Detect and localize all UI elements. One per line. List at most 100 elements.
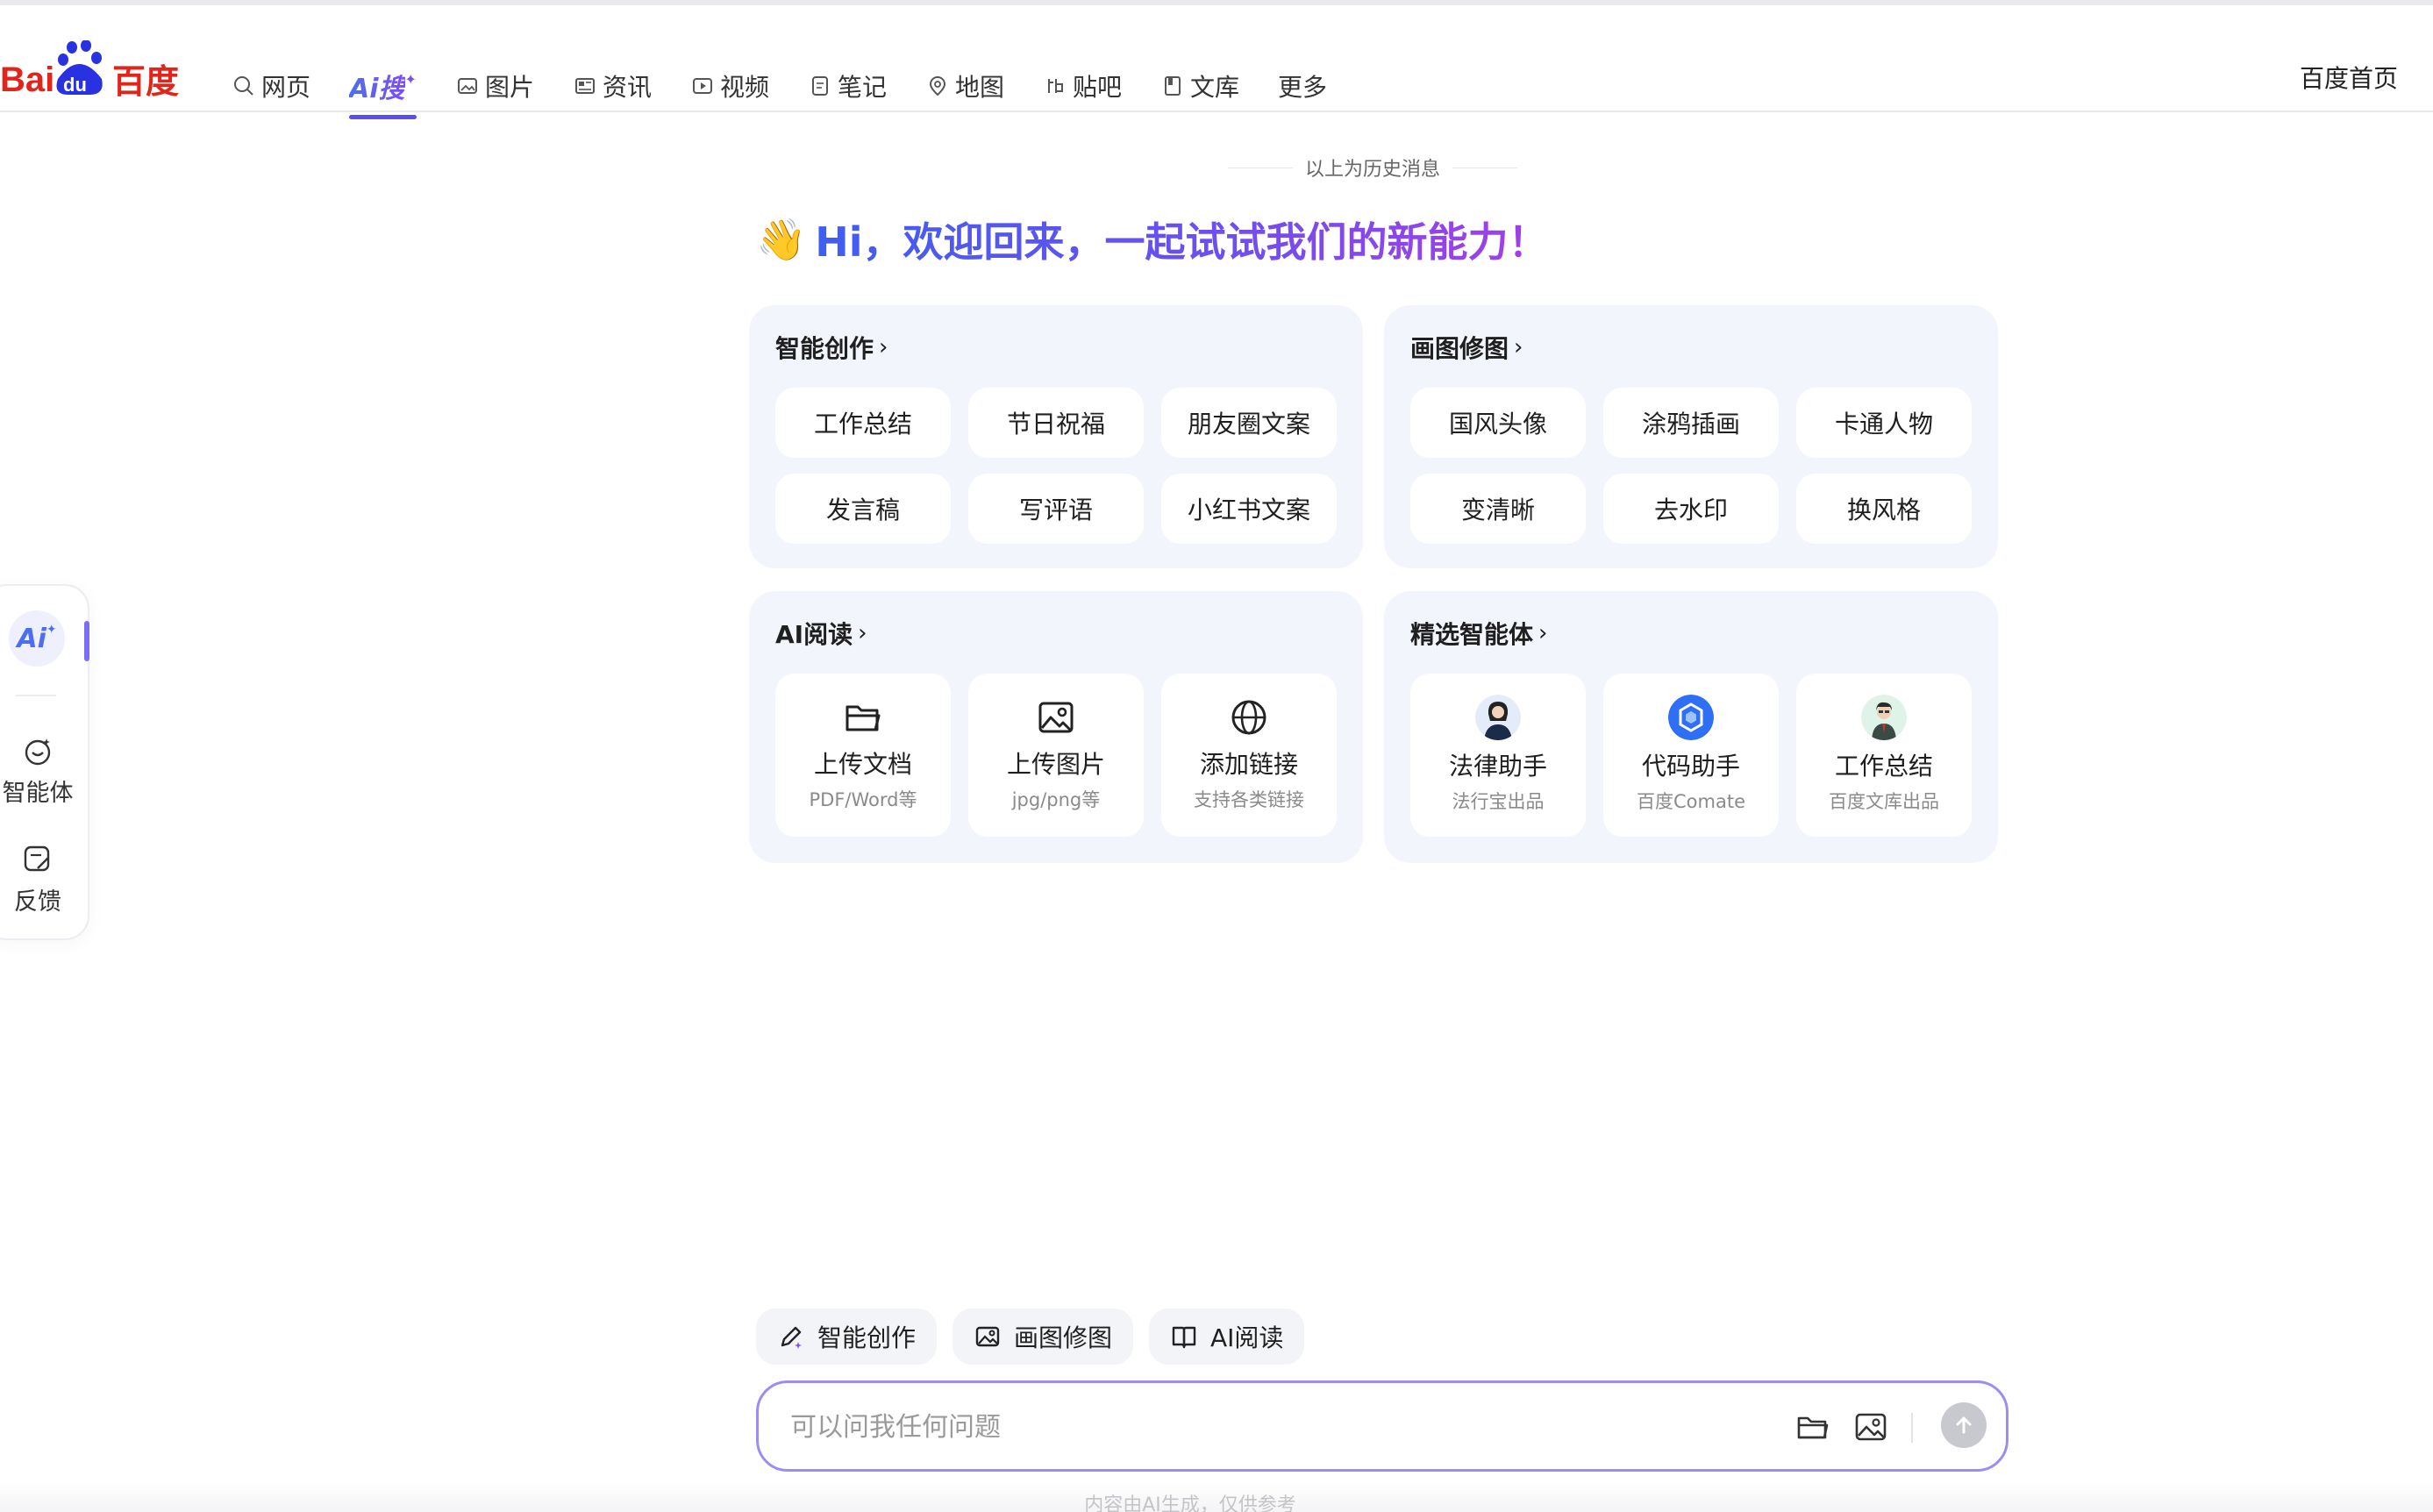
rail-ai-label: Ai <box>17 623 46 654</box>
pill-doodle[interactable]: 涂鸦插画 <box>1603 388 1779 458</box>
upload-folder-icon[interactable] <box>1794 1408 1832 1446</box>
rail-agent-button[interactable]: 智能体 <box>0 733 91 808</box>
header: Bai du 百度 网页 Ai搜 ✦ 图片 资讯 视频 笔记 地图 贴吧 文库 … <box>0 5 2433 119</box>
greeting: 👋 Hi，欢迎回来，一起试试我们的新能力！ <box>756 209 1549 270</box>
pill-holiday-wishes[interactable]: 节日祝福 <box>968 388 1144 458</box>
rail-agent-label: 智能体 <box>2 780 74 807</box>
baidu-logo[interactable]: Bai du 百度 <box>0 40 184 105</box>
nav-notes-label: 笔记 <box>837 73 887 102</box>
ai-disclaimer: 内容由AI生成，仅供参考 <box>0 1489 2433 1512</box>
tile-code-assistant[interactable]: 代码助手 百度Comate <box>1603 674 1779 837</box>
worker-avatar <box>1861 695 1907 740</box>
rail-ai-button[interactable]: Ai ✦ <box>9 610 65 667</box>
nav-news-label: 资讯 <box>602 73 652 102</box>
nav-wenku-label: 文库 <box>1190 73 1240 102</box>
tile-legal-assistant[interactable]: 法律助手 法行宝出品 <box>1410 674 1586 837</box>
tile-subtitle: jpg/png等 <box>1011 789 1101 810</box>
tieba-icon <box>1043 74 1067 98</box>
tile-title: 法律助手 <box>1448 752 1547 781</box>
nav-web-label: 网页 <box>261 73 311 102</box>
rail-divider <box>16 695 56 696</box>
tile-title: 代码助手 <box>1641 752 1740 781</box>
pill-remove-watermark[interactable]: 去水印 <box>1603 474 1779 544</box>
wave-emoji: 👋 <box>756 215 807 263</box>
arrow-up-icon <box>1956 1416 1972 1434</box>
wenku-icon <box>1160 74 1185 98</box>
greeting-text: Hi，欢迎回来，一起试试我们的新能力！ <box>815 210 1548 268</box>
news-icon <box>573 74 597 98</box>
nav-map-label: 地图 <box>955 73 1005 102</box>
tile-upload-document[interactable]: 上传文档 PDF/Word等 <box>775 674 951 837</box>
nav-ai-search[interactable]: Ai搜 ✦ <box>349 67 417 119</box>
nav-map[interactable]: 地图 <box>925 67 1004 105</box>
tile-upload-image[interactable]: 上传图片 jpg/png等 <box>968 674 1144 837</box>
nav-news[interactable]: 资讯 <box>573 67 652 105</box>
tile-work-summary-agent[interactable]: 工作总结 百度文库出品 <box>1796 674 1972 837</box>
nav-wenku[interactable]: 文库 <box>1160 67 1239 105</box>
nav-notes[interactable]: 笔记 <box>808 67 887 105</box>
chevron-right-icon: › <box>1514 334 1523 360</box>
rail-feedback-button[interactable]: 反馈 <box>0 842 91 916</box>
nav-tieba[interactable]: 贴吧 <box>1043 67 1122 105</box>
nav-video-label: 视频 <box>719 73 769 102</box>
chevron-right-icon: › <box>858 620 867 646</box>
nav-video[interactable]: 视频 <box>690 67 769 105</box>
sparkle-icon: ✦ <box>404 70 417 88</box>
image-icon <box>1035 696 1077 738</box>
picture-edit-icon <box>974 1323 1002 1351</box>
tile-subtitle: PDF/Word等 <box>809 789 917 810</box>
map-icon <box>925 74 950 98</box>
quick-ai-reading-label: AI阅读 <box>1210 1323 1284 1352</box>
card-ai-reading: AI阅读 › 上传文档 PDF/Word等 上传图片 jpg/png等 添加链接 … <box>749 591 1363 863</box>
card-featured-agents: 精选智能体 › 法律助手 法行宝出品 代码助手 百度Comate 工作总结 百度文… <box>1384 591 1998 863</box>
quick-smart-creation[interactable]: 智能创作 <box>756 1309 938 1365</box>
globe-icon <box>1228 696 1270 738</box>
pill-cartoon[interactable]: 卡通人物 <box>1796 388 1972 458</box>
send-button[interactable] <box>1941 1402 1987 1448</box>
folder-icon <box>842 696 884 738</box>
card-title-text: AI阅读 <box>775 620 853 649</box>
card-featured-agents-title[interactable]: 精选智能体 › <box>1410 616 1547 651</box>
chat-input[interactable] <box>790 1402 1755 1451</box>
tile-title: 上传图片 <box>1006 750 1105 779</box>
history-separator-text: 以上为历史消息 <box>1305 159 1441 181</box>
card-smart-creation-title[interactable]: 智能创作 › <box>775 330 888 365</box>
pill-work-summary[interactable]: 工作总结 <box>775 388 951 458</box>
input-divider <box>1911 1413 1913 1443</box>
pill-change-style[interactable]: 换风格 <box>1796 474 1972 544</box>
card-drawing: 画图修图 › 国风头像 涂鸦插画 卡通人物 变清晰 去水印 换风格 <box>1384 305 1998 568</box>
note-icon <box>808 74 832 98</box>
tile-subtitle: 法行宝出品 <box>1452 791 1545 812</box>
pill-guofeng-avatar[interactable]: 国风头像 <box>1410 388 1586 458</box>
rail-feedback-label: 反馈 <box>14 888 61 916</box>
tile-subtitle: 百度文库出品 <box>1829 791 1939 812</box>
card-drawing-title[interactable]: 画图修图 › <box>1410 330 1523 365</box>
pill-xiaohongshu-copy[interactable]: 小红书文案 <box>1161 474 1337 544</box>
card-title-text: 精选智能体 <box>1410 620 1534 649</box>
quick-drawing[interactable]: 画图修图 <box>953 1309 1134 1365</box>
search-icon <box>232 74 256 98</box>
tile-add-link[interactable]: 添加链接 支持各类链接 <box>1161 674 1337 837</box>
chat-input-box <box>756 1380 2008 1472</box>
nav-more[interactable]: 更多 <box>1278 67 1327 105</box>
nav-images[interactable]: 图片 <box>455 67 534 105</box>
quick-drawing-label: 画图修图 <box>1014 1323 1113 1352</box>
image-icon <box>455 74 480 98</box>
quick-ai-reading[interactable]: AI阅读 <box>1149 1309 1305 1365</box>
pill-sharpen[interactable]: 变清晰 <box>1410 474 1586 544</box>
upload-image-icon[interactable] <box>1852 1408 1890 1446</box>
pill-speech[interactable]: 发言稿 <box>775 474 951 544</box>
quick-smart-creation-label: 智能创作 <box>817 1323 917 1352</box>
tile-subtitle: 支持各类链接 <box>1194 789 1304 810</box>
card-smart-creation: 智能创作 › 工作总结 节日祝福 朋友圈文案 发言稿 写评语 小红书文案 <box>749 305 1363 568</box>
chevron-right-icon: › <box>879 334 888 360</box>
pill-comments[interactable]: 写评语 <box>968 474 1144 544</box>
pen-icon <box>777 1323 805 1351</box>
agent-icon <box>20 733 55 768</box>
baidu-home-link[interactable]: 百度首页 <box>2300 60 2398 95</box>
nav-ai-search-label: Ai搜 <box>349 67 405 105</box>
pill-moments-copy[interactable]: 朋友圈文案 <box>1161 388 1337 458</box>
card-ai-reading-title[interactable]: AI阅读 › <box>775 616 867 651</box>
nav-web[interactable]: 网页 <box>232 67 310 105</box>
tile-title: 添加链接 <box>1199 750 1298 779</box>
